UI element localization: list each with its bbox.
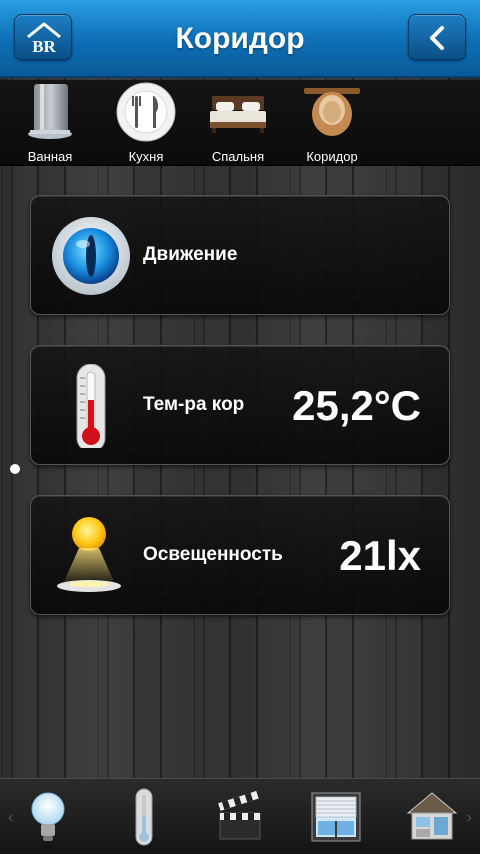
page-indicator-dot	[10, 464, 20, 474]
illumination-value: 21lx	[339, 532, 421, 579]
illumination-label: Освещенность	[143, 544, 283, 565]
room-label: Коридор	[306, 149, 358, 164]
back-button[interactable]	[408, 14, 466, 60]
room-label: Спальня	[211, 149, 265, 164]
motion-sensor-card[interactable]: Движение	[30, 195, 450, 315]
hat-hook-icon	[304, 88, 360, 136]
climate-button[interactable]	[114, 787, 174, 847]
room-label: Ванная	[27, 149, 73, 164]
clapperboard-icon	[218, 790, 261, 840]
house-rooms-icon	[406, 792, 458, 840]
house-button[interactable]	[402, 787, 462, 847]
illumination-sensor-card[interactable]: Освещенность 21lx	[30, 495, 450, 615]
thermometer-icon	[135, 788, 153, 846]
scenes-button[interactable]	[210, 787, 270, 847]
bed-icon	[210, 96, 266, 133]
scroll-left-arrow[interactable]: ‹	[8, 809, 13, 827]
light-bulb-icon	[31, 792, 65, 841]
lighting-button[interactable]	[18, 787, 78, 847]
app-header: BR Коридор	[0, 0, 480, 78]
room-bathroom[interactable]: Ванная	[6, 80, 94, 166]
room-kitchen[interactable]: Кухня	[102, 80, 190, 166]
temperature-value: 25,2°C	[292, 382, 421, 429]
rooms-bar: Ванная Кухня Спальня Коридор	[0, 80, 480, 166]
chevron-left-icon	[430, 26, 444, 50]
blinds-button[interactable]	[306, 787, 366, 847]
bottom-toolbar: ‹ ›	[0, 778, 480, 854]
room-bedroom[interactable]: Спальня	[194, 80, 282, 166]
shower-icon	[28, 84, 72, 139]
motion-label: Движение	[143, 244, 238, 265]
temperature-label: Тем-ра кор	[143, 394, 245, 415]
plate-cutlery-icon	[116, 82, 176, 142]
thermometer-icon	[76, 364, 106, 448]
scroll-right-arrow[interactable]: ›	[467, 809, 472, 827]
eye-sensor-icon	[52, 217, 130, 295]
window-blinds-icon	[311, 792, 361, 842]
room-corridor[interactable]: Коридор	[288, 80, 376, 166]
sun-lamp-icon	[57, 517, 121, 592]
temperature-sensor-card[interactable]: Тем-ра кор 25,2°C	[30, 345, 450, 465]
